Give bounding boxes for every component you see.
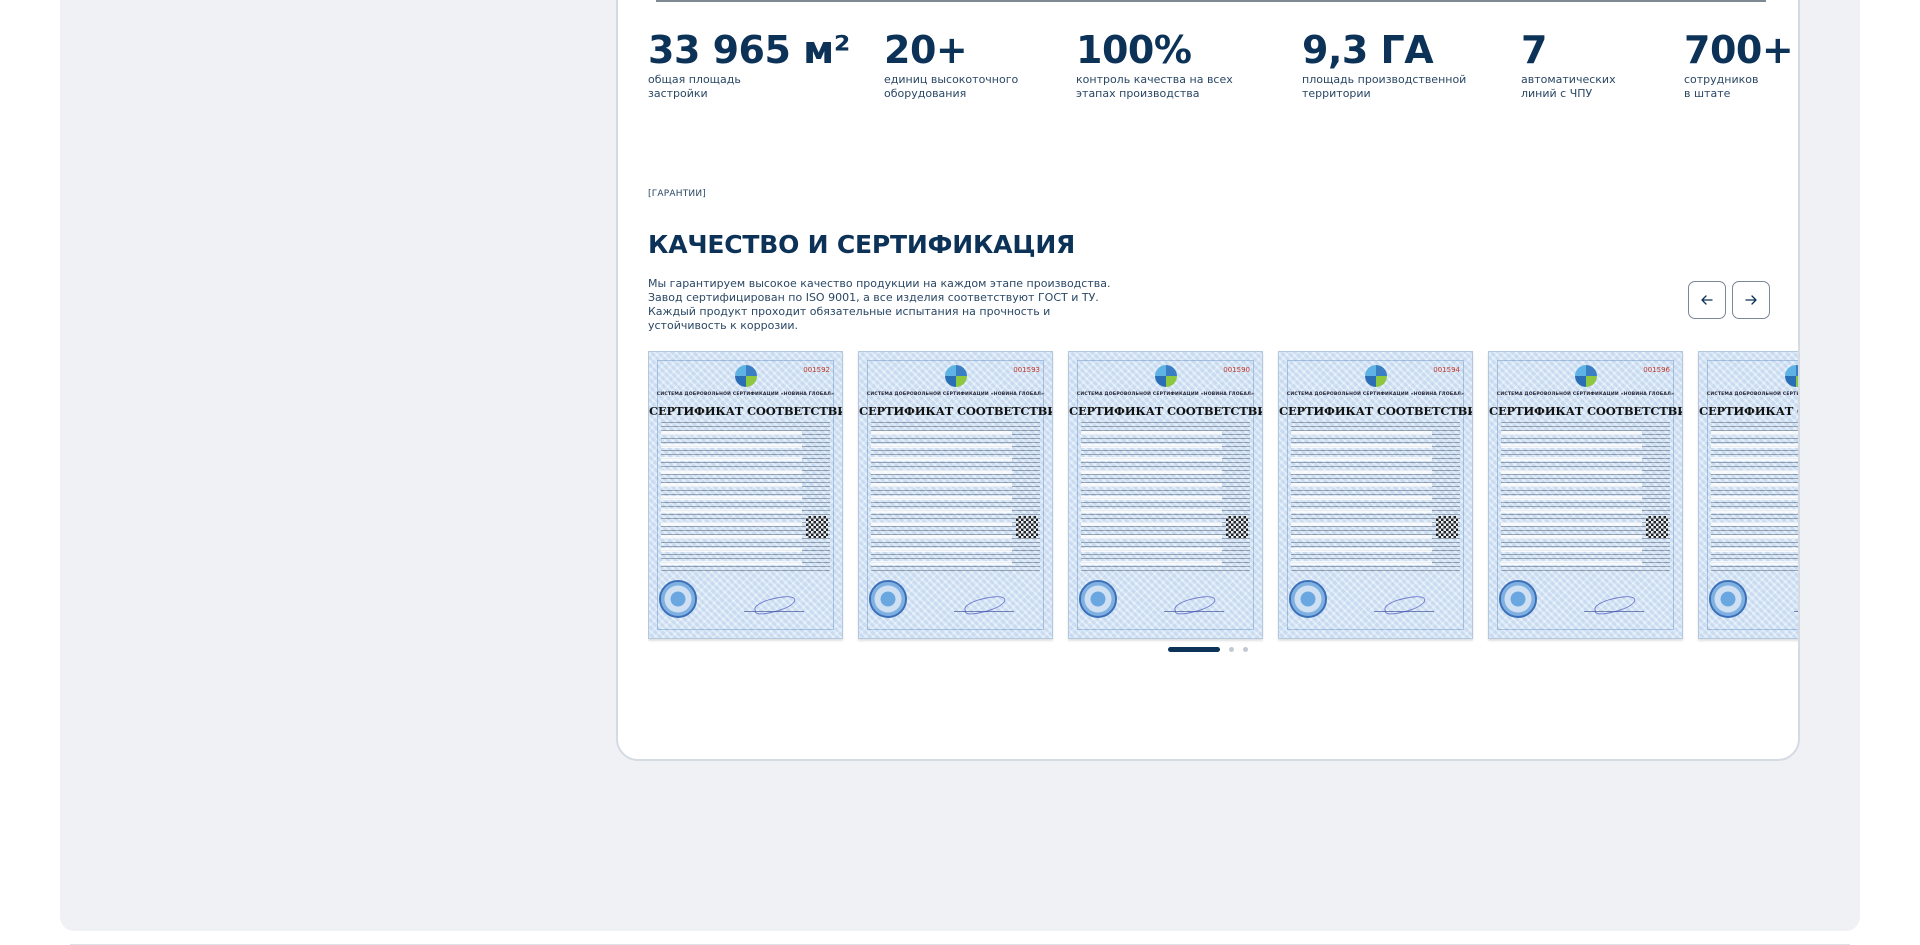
certificate-heading: СЕРТИФИКАТ СООТВЕТСТВИЯ <box>1699 404 1798 418</box>
certificate-image: 001590 СИСТЕМА ДОБРОВОЛЬНОЙ СЕРТИФИКАЦИИ … <box>1069 352 1262 638</box>
certificate-text-gaps <box>871 422 1012 572</box>
certificate-text-gaps <box>1081 422 1222 572</box>
globe-logo-icon <box>1365 365 1387 387</box>
certificate-image: 001593 СИСТЕМА ДОБРОВОЛЬНОЙ СЕРТИФИКАЦИИ … <box>859 352 1052 638</box>
stat-label: контроль качества на всех этапах произво… <box>1076 73 1233 100</box>
stat-value: 33 965 м² <box>648 28 850 72</box>
certificate-heading: СЕРТИФИКАТ СООТВЕТСТВИЯ <box>859 404 1053 418</box>
certificate-slide[interactable]: 001594 СИСТЕМА ДОБРОВОЛЬНОЙ СЕРТИФИКАЦИИ … <box>1278 351 1473 639</box>
stat-value: 700+ <box>1684 28 1794 72</box>
about-card: 33 965 м² общая площадь застройки 20+ ед… <box>616 0 1800 761</box>
signature-icon <box>1584 598 1644 612</box>
certificate-slide[interactable]: 001593 СИСТЕМА ДОБРОВОЛЬНОЙ СЕРТИФИКАЦИИ … <box>858 351 1053 639</box>
stat-item: 33 965 м² общая площадь застройки <box>648 31 850 101</box>
certificate-heading: СЕРТИФИКАТ СООТВЕТСТВИЯ <box>1069 404 1263 418</box>
arrow-right-icon <box>1745 295 1757 305</box>
globe-logo-icon <box>1155 365 1177 387</box>
pagination-dot[interactable] <box>1229 647 1234 652</box>
certificate-system: СИСТЕМА ДОБРОВОЛЬНОЙ СЕРТИФИКАЦИИ «НОВИН… <box>1706 392 1800 397</box>
certificate-system: СИСТЕМА ДОБРОВОЛЬНОЙ СЕРТИФИКАЦИИ «НОВИН… <box>656 392 835 397</box>
stat-item: 20+ единиц высокоточного оборудования <box>884 31 1018 101</box>
slider-next-button[interactable] <box>1732 281 1770 319</box>
stat-value: 9,3 ГА <box>1302 28 1434 72</box>
seal-icon <box>1289 580 1327 618</box>
qr-code-icon <box>1226 516 1248 538</box>
stat-label: автоматических линий с ЧПУ <box>1521 73 1616 100</box>
slider-pagination <box>618 647 1798 655</box>
pagination-dot[interactable] <box>1243 647 1248 652</box>
section-description: Мы гарантируем высокое качество продукци… <box>648 277 1111 332</box>
certificate-number: 001596 <box>1643 366 1670 374</box>
certificate-heading: СЕРТИФИКАТ СООТВЕТСТВИЯ <box>1489 404 1683 418</box>
signature-icon <box>954 598 1014 612</box>
signature-icon <box>744 598 804 612</box>
certificate-text-gaps <box>661 422 802 572</box>
globe-logo-icon <box>945 365 967 387</box>
seal-icon <box>659 580 697 618</box>
pagination-dot-active[interactable] <box>1168 647 1220 652</box>
certificate-text-gaps <box>1291 422 1432 572</box>
stat-value: 100% <box>1076 28 1192 72</box>
certificate-system: СИСТЕМА ДОБРОВОЛЬНОЙ СЕРТИФИКАЦИИ «НОВИН… <box>1286 392 1465 397</box>
certificate-heading: СЕРТИФИКАТ СООТВЕТСТВИЯ <box>1279 404 1473 418</box>
certificate-text-gaps <box>1501 422 1642 572</box>
stat-value: 20+ <box>884 28 968 72</box>
qr-code-icon <box>1436 516 1458 538</box>
slider-prev-button[interactable] <box>1688 281 1726 319</box>
seal-icon <box>1499 580 1537 618</box>
stat-value: 7 <box>1521 28 1547 72</box>
certificate-slide[interactable]: 001590 СИСТЕМА ДОБРОВОЛЬНОЙ СЕРТИФИКАЦИИ … <box>1068 351 1263 639</box>
section-eyebrow: [ГАРАНТИИ] <box>648 189 706 199</box>
qr-code-icon <box>1016 516 1038 538</box>
certificate-number: 001590 <box>1223 366 1250 374</box>
signature-icon <box>1374 598 1434 612</box>
section-title: КАЧЕСТВО И СЕРТИФИКАЦИЯ <box>648 230 1076 259</box>
seal-icon <box>869 580 907 618</box>
certificate-number: 001593 <box>1013 366 1040 374</box>
certificate-system: СИСТЕМА ДОБРОВОЛЬНОЙ СЕРТИФИКАЦИИ «НОВИН… <box>1496 392 1675 397</box>
certificate-text-gaps <box>1711 422 1798 572</box>
arrow-left-icon <box>1701 295 1713 305</box>
certificate-number: 001592 <box>803 366 830 374</box>
stat-label: площадь производственной территории <box>1302 73 1467 100</box>
stat-item: 9,3 ГА площадь производственной территор… <box>1302 31 1466 101</box>
globe-logo-icon <box>735 365 757 387</box>
certificate-system: СИСТЕМА ДОБРОВОЛЬНОЙ СЕРТИФИКАЦИИ «НОВИН… <box>866 392 1045 397</box>
seal-icon <box>1079 580 1117 618</box>
certificate-image: 001596 СИСТЕМА ДОБРОВОЛЬНОЙ СЕРТИФИКАЦИИ … <box>1489 352 1682 638</box>
stat-label: единиц высокоточного оборудования <box>884 73 1019 100</box>
certificate-image: 001592 СИСТЕМА ДОБРОВОЛЬНОЙ СЕРТИФИКАЦИИ … <box>649 352 842 638</box>
certificate-heading: СЕРТИФИКАТ СООТВЕТСТВИЯ <box>649 404 843 418</box>
qr-code-icon <box>1646 516 1668 538</box>
divider <box>656 0 1766 2</box>
certificate-slide[interactable]: 001592 СИСТЕМА ДОБРОВОЛЬНОЙ СЕРТИФИКАЦИИ … <box>648 351 843 639</box>
certificate-number: 001594 <box>1433 366 1460 374</box>
signature-icon <box>1164 598 1224 612</box>
stat-item: 700+ сотрудников в штате <box>1684 28 1794 101</box>
globe-logo-icon <box>1575 365 1597 387</box>
seal-icon <box>1709 580 1747 618</box>
certificate-system: СИСТЕМА ДОБРОВОЛЬНОЙ СЕРТИФИКАЦИИ «НОВИН… <box>1076 392 1255 397</box>
stat-label: сотрудников в штате <box>1684 73 1759 100</box>
signature-icon <box>1794 598 1798 612</box>
certificate-image: СИСТЕМА ДОБРОВОЛЬНОЙ СЕРТИФИКАЦИИ «НОВИН… <box>1699 352 1800 638</box>
stat-item: 7 автоматических линий с ЧПУ <box>1521 31 1616 101</box>
certificates-slider[interactable]: 001592 СИСТЕМА ДОБРОВОЛЬНОЙ СЕРТИФИКАЦИИ … <box>648 351 1800 643</box>
globe-logo-icon <box>1785 365 1798 387</box>
certificate-slide[interactable]: СИСТЕМА ДОБРОВОЛЬНОЙ СЕРТИФИКАЦИИ «НОВИН… <box>1698 351 1800 639</box>
qr-code-icon <box>806 516 828 538</box>
stat-label: общая площадь застройки <box>648 73 741 100</box>
certificate-image: 001594 СИСТЕМА ДОБРОВОЛЬНОЙ СЕРТИФИКАЦИИ … <box>1279 352 1472 638</box>
stat-item: 100% контроль качества на всех этапах пр… <box>1076 31 1233 101</box>
certificate-slide[interactable]: 001596 СИСТЕМА ДОБРОВОЛЬНОЙ СЕРТИФИКАЦИИ … <box>1488 351 1683 639</box>
